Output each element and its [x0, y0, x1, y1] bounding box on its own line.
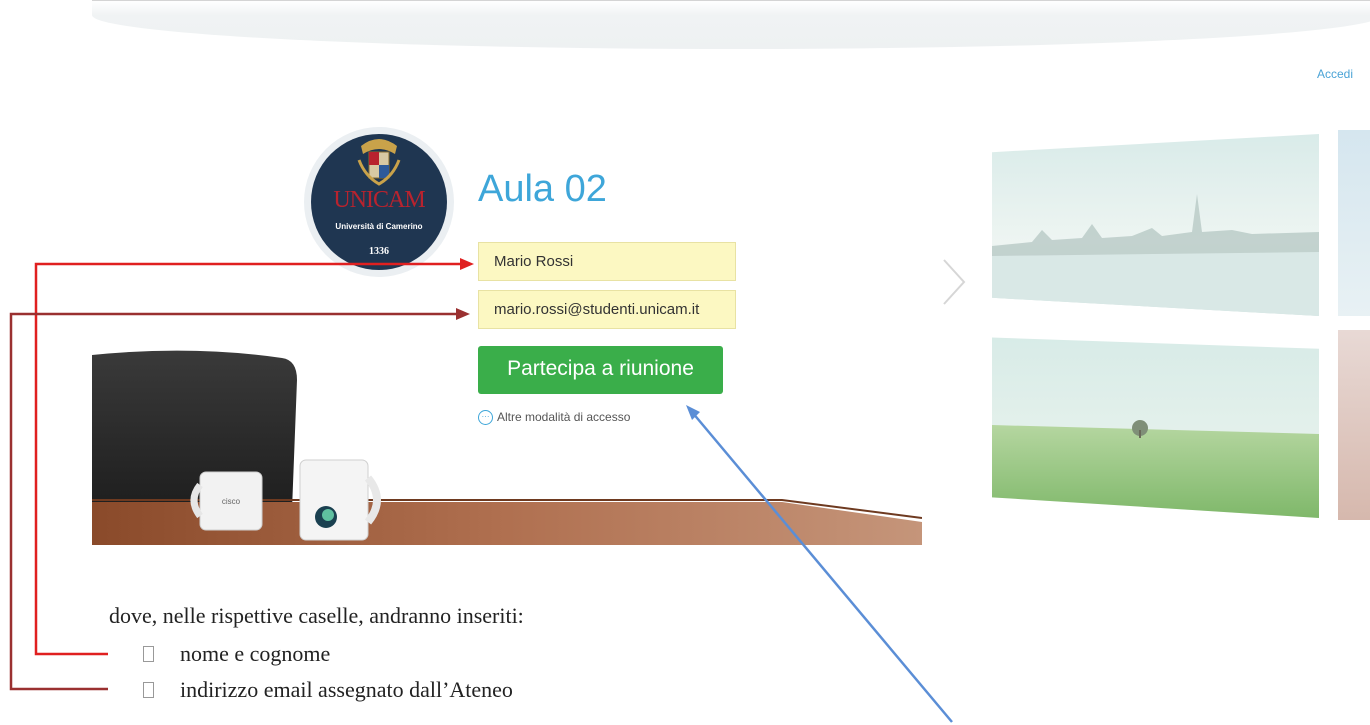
bullet-icon — [143, 646, 154, 662]
office-illustration: cisco — [92, 350, 922, 545]
background-thumbnail-city[interactable] — [992, 134, 1319, 316]
instructions-caption: dove, nelle rispettive caselle, andranno… — [109, 603, 524, 628]
instruction-item-label: nome e cognome — [180, 641, 331, 666]
bullet-icon — [143, 682, 154, 698]
chevron-right-icon[interactable] — [940, 258, 968, 306]
signin-link[interactable]: Accedi — [1317, 67, 1353, 81]
logo-year: 1336 — [369, 246, 389, 257]
unicam-logo: UNICAM Università di Camerino 1336 — [304, 127, 454, 277]
logo-subtitle: Università di Camerino — [335, 222, 423, 231]
instruction-item-label: indirizzo email assegnato dall’Ateneo — [180, 677, 513, 702]
crest-icon — [357, 139, 401, 186]
arrow-darkred-head — [456, 308, 470, 320]
arrow-red-head — [460, 258, 474, 270]
background-thumbnail-partial-bottom[interactable] — [1338, 330, 1370, 520]
logo-badge: UNICAM Università di Camerino 1336 — [311, 134, 447, 270]
room-title: Aula 02 — [478, 168, 607, 210]
email-field[interactable]: mario.rossi@studenti.unicam.it — [478, 290, 736, 329]
name-field[interactable]: Mario Rossi — [478, 242, 736, 281]
instruction-item-email: indirizzo email assegnato dall’Ateneo — [143, 677, 513, 703]
instruction-item-name: nome e cognome — [143, 641, 330, 667]
background-thumbnail-partial-top[interactable] — [1338, 130, 1370, 316]
mug-logo: cisco — [222, 497, 241, 506]
background-thumbnail-field[interactable] — [992, 337, 1319, 518]
top-banner — [92, 0, 1370, 49]
logo-name: UNICAM — [333, 187, 425, 213]
